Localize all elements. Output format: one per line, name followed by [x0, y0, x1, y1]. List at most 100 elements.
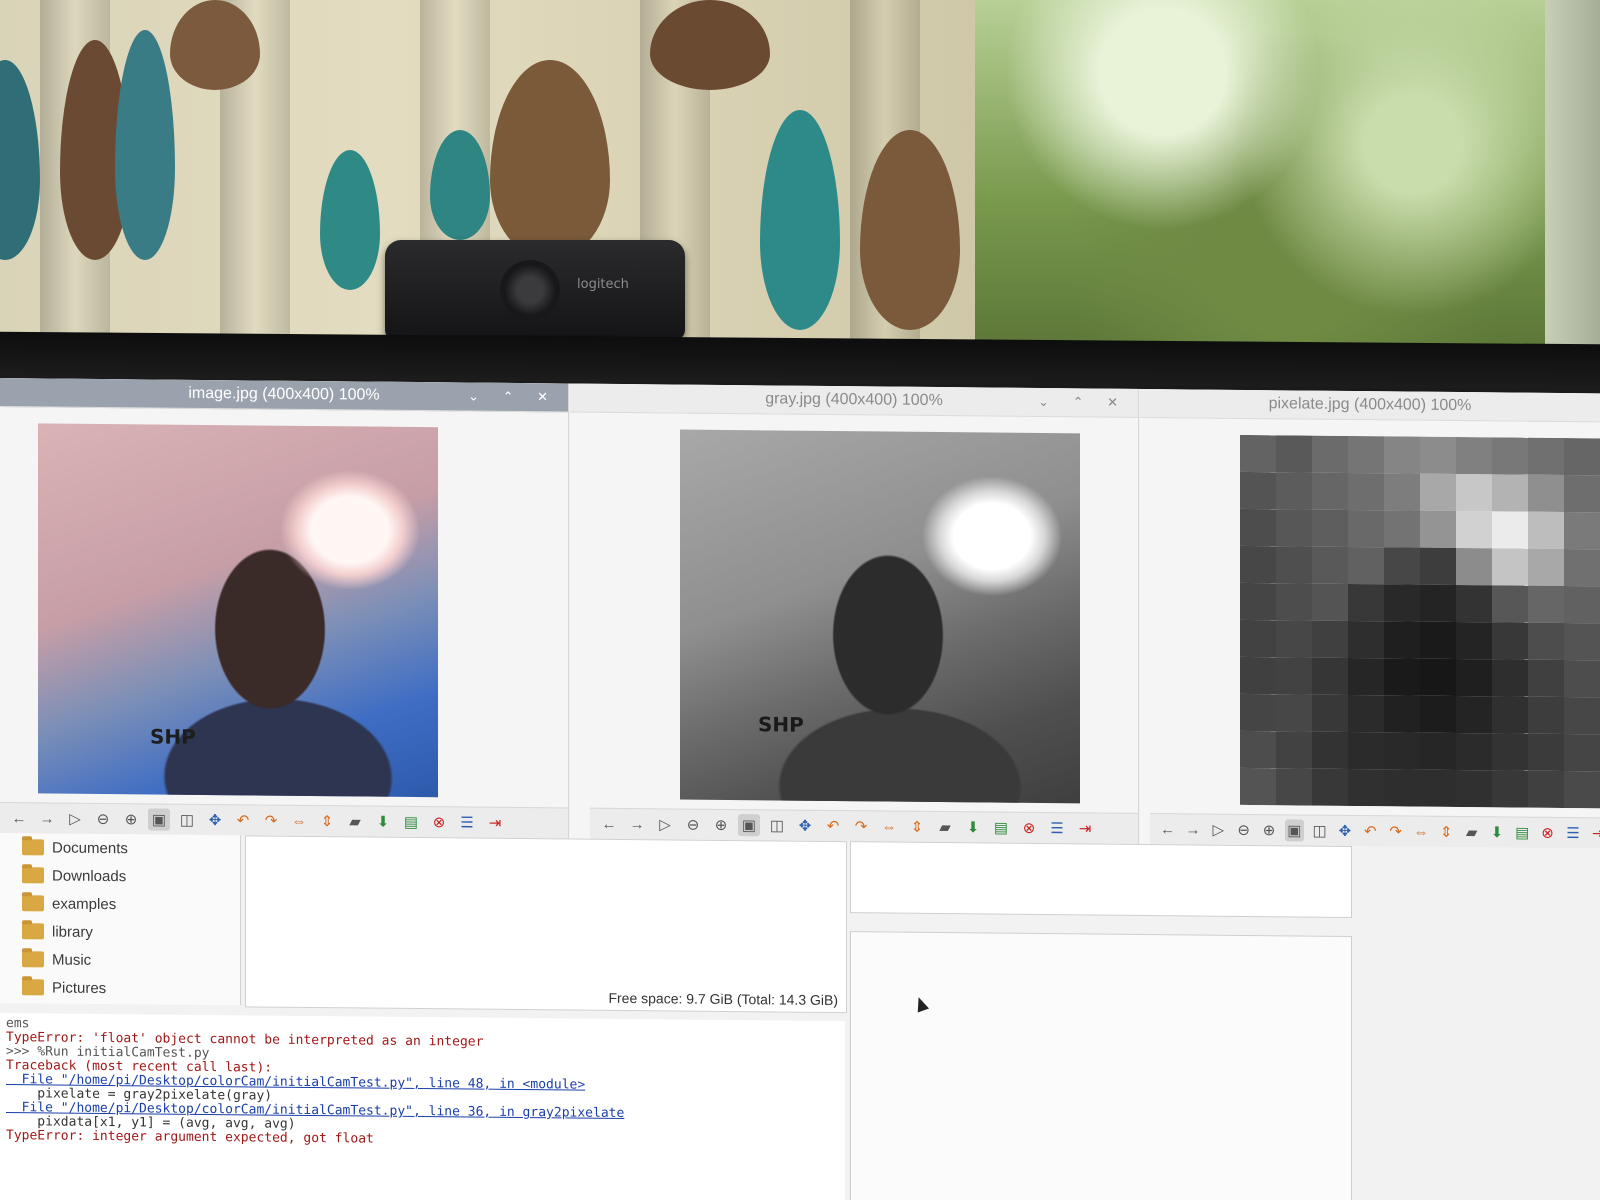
- pixel-block: [1240, 619, 1276, 658]
- delete-icon[interactable]: ⊗: [1538, 822, 1557, 844]
- file-manager-main[interactable]: Free space: 9.7 GiB (Total: 14.3 GiB): [245, 835, 847, 1014]
- flip-vertical-icon[interactable]: ⇕: [906, 816, 928, 838]
- fullscreen-icon[interactable]: ✥: [794, 815, 816, 837]
- flip-horizontal-icon[interactable]: ⇔: [1411, 821, 1430, 843]
- save-as-icon[interactable]: ▤: [990, 817, 1012, 839]
- pixel-block: [1456, 473, 1492, 512]
- fullscreen-icon[interactable]: ✥: [1335, 820, 1354, 842]
- pixel-block: [1492, 474, 1528, 512]
- editor-pane[interactable]: [850, 841, 1352, 918]
- flip-horizontal-icon[interactable]: ⇔: [288, 810, 310, 832]
- forward-icon[interactable]: →: [1183, 818, 1202, 840]
- zoom-in-icon[interactable]: ⊕: [120, 808, 142, 830]
- pixel-block: [1348, 731, 1384, 770]
- shell-output: TypeError: 'float' object cannot be inte…: [6, 1030, 839, 1151]
- save-icon[interactable]: ⬇: [372, 811, 394, 833]
- pixel-block: [1420, 769, 1456, 807]
- save-icon[interactable]: ⬇: [1487, 821, 1506, 843]
- delete-icon[interactable]: ⊗: [1018, 817, 1040, 839]
- play-icon[interactable]: ▷: [1209, 819, 1228, 841]
- flip-horizontal-icon[interactable]: ⇔: [878, 815, 900, 837]
- sidebar-item-pictures[interactable]: Pictures: [0, 973, 240, 1003]
- image-viewer-pixelate: pixelate.jpg (400x400) 100%: [1140, 388, 1600, 849]
- save-icon[interactable]: ⬇: [962, 816, 984, 838]
- zoom-out-icon[interactable]: ⊖: [682, 814, 704, 836]
- shell-panel[interactable]: ems TypeError: 'float' object cannot be …: [0, 1013, 845, 1200]
- preferences-icon[interactable]: ☰: [456, 811, 478, 833]
- rotate-left-icon[interactable]: ↶: [822, 815, 844, 837]
- save-as-icon[interactable]: ▤: [1513, 822, 1532, 844]
- image-viewer-color: image.jpg (400x400) 100% ⌄ ⌃ ✕ SHP: [0, 378, 569, 839]
- delete-icon[interactable]: ⊗: [428, 811, 450, 833]
- zoom-out-icon[interactable]: ⊖: [92, 808, 114, 830]
- preferences-icon[interactable]: ☰: [1563, 822, 1582, 844]
- assistant-pane[interactable]: [850, 931, 1352, 1200]
- sidebar-item-music[interactable]: Music: [0, 945, 240, 975]
- pixel-block: [1240, 545, 1276, 584]
- fullscreen-icon[interactable]: ✥: [204, 809, 226, 831]
- back-icon[interactable]: ←: [1158, 818, 1177, 840]
- zoom-original-icon[interactable]: ◫: [176, 809, 198, 831]
- zoom-in-icon[interactable]: ⊕: [1259, 819, 1278, 841]
- exit-icon[interactable]: ⇥: [484, 812, 506, 834]
- open-icon[interactable]: ▰: [934, 816, 956, 838]
- pixel-block: [1564, 734, 1600, 772]
- exit-icon[interactable]: ⇥: [1589, 822, 1600, 844]
- open-icon[interactable]: ▰: [1462, 821, 1481, 843]
- folder-label: Pictures: [52, 978, 107, 997]
- folder-icon: [22, 867, 44, 884]
- open-icon[interactable]: ▰: [344, 810, 366, 832]
- window-controls[interactable]: ⌄ ⌃ ✕: [468, 382, 558, 411]
- folder-label: examples: [52, 894, 117, 913]
- flip-vertical-icon[interactable]: ⇕: [316, 810, 338, 832]
- pixel-block: [1384, 510, 1420, 548]
- forward-icon[interactable]: →: [626, 813, 648, 835]
- rotate-left-icon[interactable]: ↶: [232, 809, 254, 831]
- zoom-in-icon[interactable]: ⊕: [710, 814, 732, 836]
- pixel-block: [1240, 508, 1276, 547]
- sidebar-item-examples[interactable]: examples: [0, 889, 240, 919]
- sidebar-item-downloads[interactable]: Downloads: [0, 861, 240, 891]
- flip-vertical-icon[interactable]: ⇕: [1437, 821, 1456, 843]
- zoom-out-icon[interactable]: ⊖: [1234, 819, 1253, 841]
- zoom-original-icon[interactable]: ◫: [766, 814, 788, 836]
- window-title: image.jpg (400x400) 100%: [188, 384, 380, 404]
- zoom-original-icon[interactable]: ◫: [1310, 820, 1329, 842]
- zoom-fit-icon[interactable]: ▣: [148, 808, 170, 831]
- window-titlebar[interactable]: pixelate.jpg (400x400) 100%: [1140, 388, 1600, 423]
- zoom-fit-icon[interactable]: ▣: [1284, 819, 1304, 842]
- back-icon[interactable]: ←: [8, 807, 30, 829]
- save-as-icon[interactable]: ▤: [400, 811, 422, 833]
- pixel-block: [1492, 659, 1528, 697]
- zoom-fit-icon[interactable]: ▣: [738, 814, 760, 837]
- file-manager-sidebar: Documents Downloads examples library Mus…: [0, 833, 241, 1006]
- curtain-leaf: [760, 110, 840, 330]
- rotate-right-icon[interactable]: ↷: [1386, 820, 1405, 842]
- free-space-status: Free space: 9.7 GiB (Total: 14.3 GiB): [608, 989, 838, 1009]
- sidebar-item-library[interactable]: library: [0, 917, 240, 947]
- folder-label: Music: [52, 950, 92, 969]
- folder-icon: [22, 951, 44, 968]
- rotate-left-icon[interactable]: ↶: [1361, 820, 1380, 842]
- pixel-block: [1420, 547, 1456, 585]
- window-titlebar[interactable]: gray.jpg (400x400) 100% ⌄ ⌃ ✕: [570, 383, 1138, 418]
- forward-icon[interactable]: →: [36, 807, 58, 829]
- rotate-right-icon[interactable]: ↷: [850, 815, 872, 837]
- pixel-block: [1492, 622, 1528, 660]
- pixel-block: [1348, 657, 1384, 696]
- pixel-block: [1528, 585, 1564, 624]
- pixel-block: [1348, 768, 1384, 807]
- rotate-right-icon[interactable]: ↷: [260, 809, 282, 831]
- window-controls[interactable]: ⌄ ⌃ ✕: [1038, 388, 1128, 417]
- pixel-block: [1456, 621, 1492, 660]
- exit-icon[interactable]: ⇥: [1074, 817, 1096, 839]
- play-icon[interactable]: ▷: [654, 813, 676, 835]
- window-titlebar[interactable]: image.jpg (400x400) 100% ⌄ ⌃ ✕: [0, 378, 568, 413]
- back-icon[interactable]: ←: [598, 813, 620, 835]
- pixel-block: [1240, 730, 1276, 769]
- play-icon[interactable]: ▷: [64, 808, 86, 830]
- folder-icon: [22, 923, 44, 940]
- sidebar-item-documents[interactable]: Documents: [0, 833, 240, 863]
- preferences-icon[interactable]: ☰: [1046, 817, 1068, 839]
- pixel-block: [1456, 732, 1492, 771]
